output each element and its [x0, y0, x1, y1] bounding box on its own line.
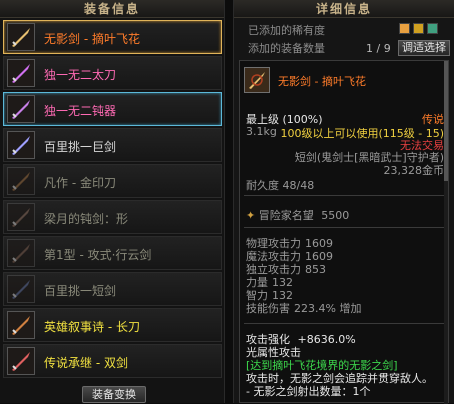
rarity-filter-epic-checkbox[interactable]	[413, 23, 424, 34]
equipment-list-item[interactable]: 英雄叙事诗 - 长刀	[3, 308, 222, 342]
twin-sword-icon	[7, 347, 35, 375]
stat-row: 技能伤害 223.4% 增加	[246, 300, 361, 316]
detail-item-name: 无影剑 - 摘叶飞花	[278, 75, 366, 88]
rarity-filter-legend-checkbox[interactable]	[399, 23, 410, 34]
equipment-name: 传说承继 - 双剑	[44, 356, 128, 370]
equipment-name: 百里挑一巨剑	[44, 140, 117, 154]
detail-info-header: 详细信息	[234, 0, 454, 18]
equipment-name: 独一无二太刀	[44, 68, 117, 82]
fame-value: 5500	[321, 209, 350, 222]
added-count-label: 添加的装备数量	[248, 42, 325, 55]
fame-icon: ✦	[246, 209, 256, 222]
item-detail-tooltip: 无影剑 - 摘叶飞花 最上级 (100%) 传说 3.1kg 100级以上可以使…	[239, 60, 449, 404]
detail-scrollbar[interactable]	[444, 61, 448, 404]
equipment-name: 英雄叙事诗 - 长刀	[44, 320, 140, 334]
stat-label: 技能伤害	[246, 302, 290, 315]
rarity-filter-rare-checkbox[interactable]	[427, 23, 438, 34]
fame-row: ✦ 冒险家名望 5500	[246, 207, 349, 223]
equipment-info-header: 装备信息	[0, 0, 224, 18]
divider	[244, 195, 444, 196]
broad-blade-icon	[7, 167, 35, 195]
equipment-name: 凡作 - 金印刀	[44, 176, 116, 190]
equipment-list-item[interactable]: 第1型 - 攻式·行云剑	[3, 236, 222, 270]
equipment-list-item[interactable]: 梁月的钝剑：形	[3, 200, 222, 234]
katana-icon	[7, 59, 35, 87]
scrollbar-thumb[interactable]	[444, 61, 448, 181]
projectile-count: - 无影之剑射出数量：1个	[246, 385, 371, 398]
ghost-sword-icon	[244, 67, 270, 93]
adjust-selection-button[interactable]: 调适选择	[398, 40, 450, 56]
equipment-list-item[interactable]: 凡作 - 金印刀	[3, 164, 222, 198]
equipment-list-item[interactable]: 独一无二钝器	[3, 92, 222, 126]
equipment-name: 第1型 - 攻式·行云剑	[44, 248, 152, 262]
cloud-sword-icon	[7, 239, 35, 267]
detail-price: 23,328金币	[383, 164, 445, 177]
equip-change-button[interactable]: 装备变换	[82, 386, 146, 403]
divider	[244, 227, 444, 228]
equipment-list-item[interactable]: 传说承继 - 双剑	[3, 344, 222, 378]
blunt-sword-icon	[7, 203, 35, 231]
equipment-info-panel: 装备信息 无影剑 - 摘叶飞花 独一无二太刀 独一无二钝器 百里挑一巨剑 凡作 - 金印…	[0, 0, 225, 403]
ghost-sword-icon	[7, 23, 35, 51]
equipment-name: 百里挑一短剑	[44, 284, 117, 298]
fame-label: 冒险家名望	[258, 209, 314, 222]
equipment-name: 独一无二钝器	[44, 104, 117, 118]
rarity-filter-row: 已添加的稀有度	[248, 22, 448, 37]
detail-durability: 耐久度 48/48	[246, 179, 315, 192]
equipment-list-item[interactable]: 百里挑一巨剑	[3, 128, 222, 162]
added-count-row: 添加的装备数量 1 / 9 调适选择	[248, 40, 452, 56]
divider	[244, 323, 444, 324]
equipment-name: 梁月的钝剑：形	[44, 212, 129, 226]
rarity-filter-label: 已添加的稀有度	[248, 24, 325, 37]
equipment-name: 无影剑 - 摘叶飞花	[44, 32, 140, 46]
equipment-list-item[interactable]: 百里挑一短剑	[3, 272, 222, 306]
rarity-filter-boxes	[399, 23, 441, 37]
equipment-list-item[interactable]: 无影剑 - 摘叶飞花	[3, 20, 222, 54]
equipment-list: 无影剑 - 摘叶飞花 独一无二太刀 独一无二钝器 百里挑一巨剑 凡作 - 金印刀 梁月的钝…	[0, 18, 225, 378]
added-count-value: 1 / 9	[366, 42, 391, 55]
equipment-list-item[interactable]: 独一无二太刀	[3, 56, 222, 90]
greatsword-icon	[7, 131, 35, 159]
stat-value: 853	[305, 263, 326, 276]
attack-boost-value: +8636.0%	[297, 333, 356, 346]
short-sword-icon	[7, 275, 35, 303]
detail-weight: 3.1kg	[246, 125, 277, 138]
stat-value: 223.4% 增加	[294, 302, 362, 315]
blunt-icon	[7, 95, 35, 123]
longblade-icon	[7, 311, 35, 339]
